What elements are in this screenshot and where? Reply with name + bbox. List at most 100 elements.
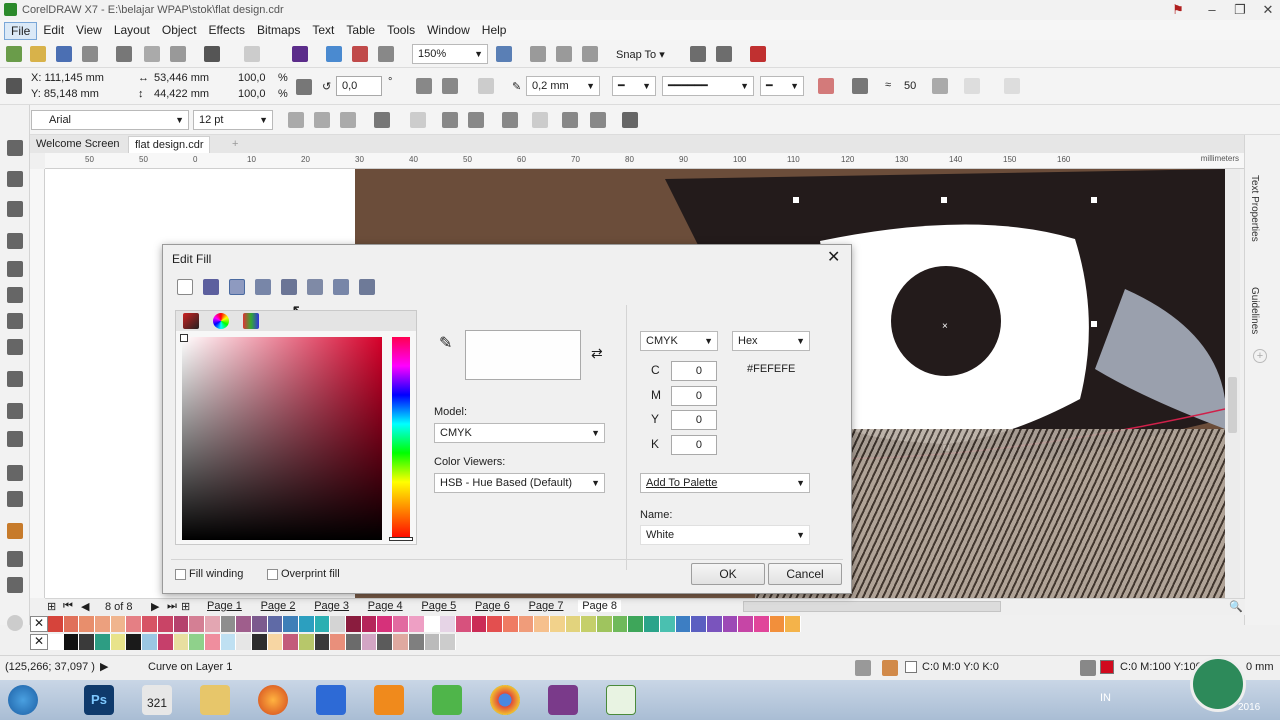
selection-handle[interactable] <box>1091 321 1097 327</box>
color-harmonies-tab[interactable] <box>213 313 229 329</box>
application-launcher-icon[interactable] <box>750 46 766 62</box>
no-color-swatch[interactable]: ✕ <box>30 634 48 650</box>
user-icon[interactable]: ⚑ <box>1166 0 1190 20</box>
search-content-icon[interactable] <box>292 46 308 62</box>
no-color-swatch[interactable]: ✕ <box>30 616 48 632</box>
last-page-icon[interactable]: ⏭ <box>167 600 177 613</box>
export-icon[interactable] <box>352 46 368 62</box>
overprint-fill-checkbox[interactable] <box>267 569 278 580</box>
ok-button[interactable]: OK <box>691 563 765 585</box>
selection-handle[interactable] <box>1091 197 1097 203</box>
model-dropdown[interactable]: CMYK ▼ <box>434 423 605 443</box>
palette-swatch[interactable] <box>408 634 425 650</box>
palette-swatch[interactable] <box>738 616 754 632</box>
page-tab-7[interactable]: Page 7 <box>525 600 568 612</box>
postscript-fill-icon[interactable] <box>359 279 375 295</box>
palette-swatch[interactable] <box>236 616 252 632</box>
color-viewers-tab[interactable] <box>183 313 199 329</box>
texture-fill-icon[interactable] <box>333 279 349 295</box>
palette-swatch[interactable] <box>142 616 158 632</box>
vertical-scroll-thumb[interactable] <box>1228 377 1237 433</box>
palette-swatch[interactable] <box>299 616 315 632</box>
palette-swatch[interactable] <box>204 634 221 650</box>
insert-page-icon[interactable]: ⊞ <box>47 600 56 613</box>
palette-swatch[interactable] <box>79 634 96 650</box>
palette-swatch[interactable] <box>283 616 299 632</box>
text-tool-icon[interactable] <box>7 371 23 387</box>
vector-pattern-icon[interactable] <box>255 279 271 295</box>
lock-ratio-icon[interactable] <box>296 79 312 95</box>
menu-item-view[interactable]: View <box>70 22 108 40</box>
firefox-icon[interactable] <box>258 685 288 715</box>
palette-swatch[interactable] <box>95 616 111 632</box>
zoom-tool-icon[interactable] <box>7 201 23 217</box>
calendar-icon[interactable]: 321 <box>142 685 172 715</box>
menu-item-layout[interactable]: Layout <box>108 22 156 40</box>
add-docker-icon[interactable]: + <box>1253 349 1267 363</box>
drop-cap-icon[interactable] <box>410 112 426 128</box>
freehand-tool-icon[interactable] <box>7 233 23 249</box>
outline-width-dropdown[interactable]: 0,2 mm ▼ <box>526 76 600 96</box>
palette-swatch[interactable] <box>63 616 80 632</box>
palette-swatch[interactable] <box>236 634 252 650</box>
snap-to-dropdown[interactable]: Snap To ▾ <box>616 48 665 61</box>
font-size-dropdown[interactable]: 12 pt ▼ <box>193 110 273 130</box>
rotation-angle-field[interactable]: 0,0 <box>336 76 382 96</box>
object-origin-icon[interactable] <box>6 78 22 94</box>
smart-fill-tool-icon[interactable] <box>7 577 23 593</box>
hue-slider[interactable] <box>392 337 410 540</box>
vlc-icon[interactable] <box>374 685 404 715</box>
import-icon[interactable] <box>326 46 342 62</box>
fill-winding-checkbox[interactable] <box>175 569 186 580</box>
palette-swatch[interactable] <box>142 634 158 650</box>
navigator-icon[interactable]: 🔍 <box>1229 600 1243 613</box>
eyedropper-icon[interactable]: ✎ <box>439 333 452 353</box>
palette-swatch[interactable] <box>157 616 174 632</box>
palette-swatch[interactable] <box>471 616 488 632</box>
palette-swatch[interactable] <box>204 616 221 632</box>
start-button-icon[interactable] <box>8 685 38 715</box>
bold-icon[interactable] <box>288 112 304 128</box>
palette-swatch[interactable] <box>267 616 284 632</box>
bullet-list-icon[interactable] <box>442 112 458 128</box>
redo-icon[interactable] <box>244 46 260 62</box>
palette-swatch[interactable] <box>487 616 503 632</box>
menu-item-help[interactable]: Help <box>476 22 513 40</box>
mirror-horizontal-icon[interactable] <box>416 78 432 94</box>
palette-swatch[interactable] <box>314 634 331 650</box>
cmyk-value-c[interactable]: 0 <box>671 361 717 381</box>
palette-swatch[interactable] <box>644 616 660 632</box>
fountain-fill-icon[interactable] <box>229 279 245 295</box>
palette-swatch[interactable] <box>189 616 205 632</box>
zoom-level-dropdown[interactable]: 150% ▼ <box>412 44 488 64</box>
page-tab-8[interactable]: Page 8 <box>578 600 622 612</box>
menu-item-tools[interactable]: Tools <box>381 22 421 40</box>
outline-swatch[interactable] <box>1100 660 1114 674</box>
bitmap-pattern-icon[interactable] <box>281 279 297 295</box>
palette-swatch[interactable] <box>377 634 394 650</box>
connector-tool-icon[interactable] <box>7 431 23 447</box>
add-node-icon[interactable] <box>932 78 948 94</box>
undo-icon[interactable] <box>204 46 220 62</box>
color-palettes-tab[interactable] <box>243 313 259 329</box>
palette-swatch[interactable] <box>110 634 127 650</box>
menu-item-effects[interactable]: Effects <box>203 22 251 40</box>
selection-handle[interactable] <box>793 197 799 203</box>
horizontal-text-icon[interactable] <box>562 112 578 128</box>
to-front-icon[interactable] <box>852 78 868 94</box>
palette-swatch[interactable] <box>550 616 566 632</box>
copy-icon[interactable] <box>144 46 160 62</box>
show-guidelines-icon[interactable] <box>582 46 598 62</box>
tab-flat-design[interactable]: flat design.cdr <box>128 136 211 153</box>
page-tab-5[interactable]: Page 5 <box>417 600 460 612</box>
mirror-vertical-icon[interactable] <box>442 78 458 94</box>
palette-swatch[interactable] <box>63 634 80 650</box>
wrap-text-icon[interactable] <box>478 78 494 94</box>
palette-swatch[interactable] <box>581 616 598 632</box>
palette-swatch[interactable] <box>361 634 378 650</box>
color-name-dropdown[interactable]: White ▼ <box>640 525 810 545</box>
chrome-icon[interactable] <box>490 685 520 715</box>
palette-swatch[interactable] <box>126 616 143 632</box>
rectangle-tool-icon[interactable] <box>7 287 23 303</box>
palette-swatch[interactable] <box>126 634 143 650</box>
